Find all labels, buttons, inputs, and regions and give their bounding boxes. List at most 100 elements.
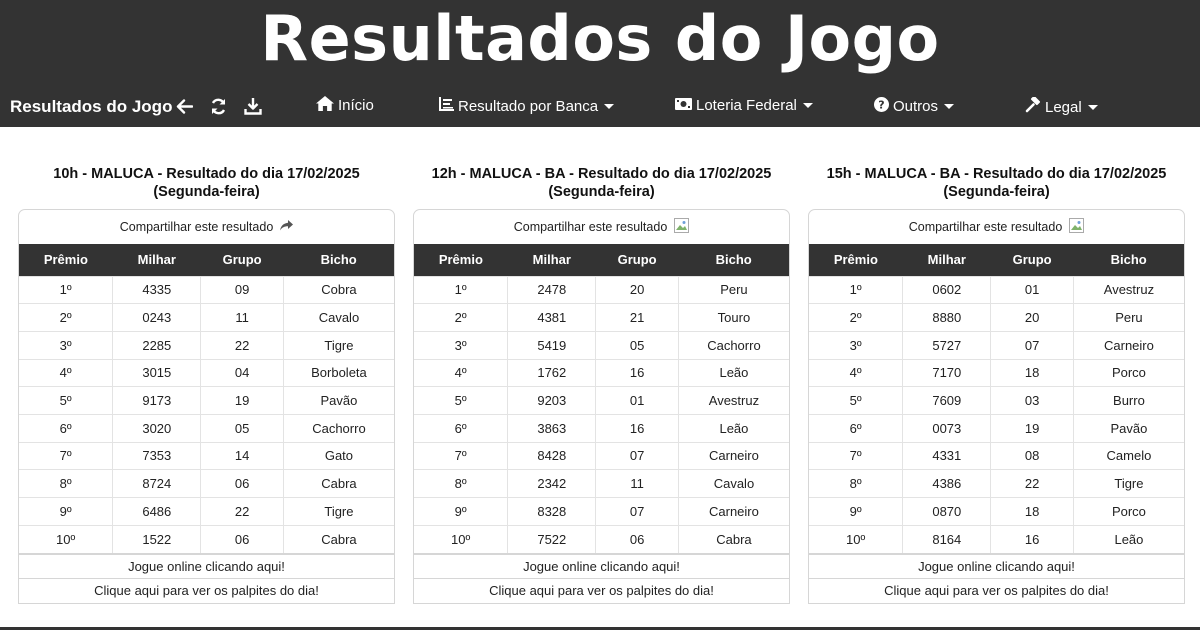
- card-title-line: 10h - MALUCA - Resultado do dia 17/02/20…: [53, 166, 360, 182]
- chevron-down-icon: [1087, 104, 1098, 110]
- share-result-button[interactable]: Compartilhar este resultado: [414, 210, 789, 244]
- cell-milhar: 9173: [112, 386, 201, 415]
- cell-milhar: 8880: [902, 303, 991, 332]
- cell-bicho: Carneiro: [677, 497, 789, 526]
- column-header-premio: Prêmio: [414, 244, 508, 276]
- cell-bicho: Leão: [677, 413, 789, 443]
- cell-milhar: 1522: [112, 524, 201, 553]
- column-header-premio: Prêmio: [809, 244, 903, 276]
- cell-bicho: Avestruz: [677, 386, 789, 415]
- cell-grupo: 06: [200, 524, 284, 553]
- play-online-link[interactable]: Jogue online clicando aqui!: [18, 553, 395, 579]
- cell-grupo: 06: [200, 469, 284, 498]
- play-online-link[interactable]: Jogue online clicando aqui!: [413, 553, 790, 579]
- cell-milhar: 4331: [902, 441, 991, 470]
- table-row: 5º 9203 01 Avestruz: [414, 386, 789, 415]
- cell-bicho: Gato: [282, 441, 394, 470]
- cell-premio: 5º: [19, 386, 113, 415]
- cell-milhar: 5419: [507, 330, 596, 360]
- gavel-icon: [1025, 95, 1041, 117]
- cell-premio: 8º: [414, 469, 508, 498]
- cell-bicho: Tigre: [282, 497, 394, 526]
- cell-grupo: 16: [990, 524, 1074, 553]
- daily-tips-link[interactable]: Clique aqui para ver os palpites do dia!: [18, 578, 395, 604]
- cell-bicho: Tigre: [282, 330, 394, 360]
- daily-tips-link[interactable]: Clique aqui para ver os palpites do dia!: [808, 578, 1185, 604]
- table-row: 9º 8328 07 Carneiro: [414, 497, 789, 526]
- card-title-line: 15h - MALUCA - BA - Resultado do dia 17/…: [826, 166, 1167, 182]
- cell-premio: 7º: [809, 441, 903, 470]
- daily-tips-link[interactable]: Clique aqui para ver os palpites do dia!: [413, 578, 790, 604]
- chevron-down-icon: [944, 104, 955, 109]
- cell-premio: 3º: [809, 330, 903, 360]
- cell-bicho: Cabra: [677, 524, 789, 553]
- play-online-link[interactable]: Jogue online clicando aqui!: [808, 553, 1185, 579]
- table-header-row: Prêmio Milhar Grupo Bicho: [809, 244, 1184, 276]
- cell-milhar: 8164: [902, 524, 991, 553]
- cell-milhar: 7522: [507, 524, 596, 553]
- card-title-weekday: (Segunda-feira): [943, 184, 1050, 200]
- cell-bicho: Touro: [677, 303, 789, 332]
- results-table: Prêmio Milhar Grupo Bicho 1º 4335 09 Cobra 2…: [19, 244, 394, 553]
- cell-milhar: 0870: [902, 497, 991, 526]
- cell-milhar: 8724: [112, 469, 201, 498]
- cell-bicho: Carneiro: [1072, 330, 1184, 360]
- cell-premio: 2º: [809, 303, 903, 332]
- cell-grupo: 01: [990, 275, 1074, 304]
- nav-outros[interactable]: ? Outros: [874, 97, 955, 116]
- home-icon: [316, 96, 334, 115]
- banner-title: Resultados do Jogo: [260, 2, 940, 75]
- cell-grupo: 05: [200, 413, 284, 443]
- cell-milhar: 2342: [507, 469, 596, 498]
- cell-bicho: Avestruz: [1072, 275, 1184, 304]
- nav-inicio[interactable]: Início: [316, 96, 374, 115]
- card-title-weekday: (Segunda-feira): [153, 184, 260, 200]
- cell-bicho: Pavão: [282, 386, 394, 415]
- nav-legal[interactable]: Legal: [1025, 95, 1098, 117]
- nav-loteria-federal[interactable]: Loteria Federal: [675, 97, 813, 114]
- refresh-icon[interactable]: [207, 94, 229, 118]
- nav-loteria-federal-label: Loteria Federal: [696, 97, 797, 114]
- table-row: 7º 7353 14 Gato: [19, 441, 394, 470]
- cell-milhar: 3863: [507, 413, 596, 443]
- cell-grupo: 20: [595, 275, 679, 304]
- table-row: 7º 4331 08 Camelo: [809, 441, 1184, 470]
- share-result-button[interactable]: Compartilhar este resultado: [19, 210, 394, 244]
- cell-grupo: 08: [990, 441, 1074, 470]
- cell-premio: 4º: [809, 358, 903, 387]
- cell-bicho: Peru: [677, 275, 789, 304]
- cell-bicho: Cabra: [282, 469, 394, 498]
- table-row: 9º 0870 18 Porco: [809, 497, 1184, 526]
- cell-grupo: 07: [595, 441, 679, 470]
- table-row: 4º 7170 18 Porco: [809, 358, 1184, 387]
- cell-premio: 10º: [414, 524, 508, 553]
- table-row: 2º 0243 11 Cavalo: [19, 303, 394, 332]
- cell-grupo: 11: [200, 303, 284, 332]
- table-row: 8º 8724 06 Cabra: [19, 469, 394, 498]
- cell-bicho: Porco: [1072, 358, 1184, 387]
- question-circle-icon: ?: [874, 97, 889, 116]
- cell-grupo: 18: [990, 358, 1074, 387]
- cell-premio: 10º: [809, 524, 903, 553]
- table-row: 5º 7609 03 Burro: [809, 386, 1184, 415]
- column-header-bicho: Bicho: [678, 244, 789, 276]
- table-header-row: Prêmio Milhar Grupo Bicho: [19, 244, 394, 276]
- back-arrow-icon[interactable]: [173, 94, 195, 118]
- cell-bicho: Tigre: [1072, 469, 1184, 498]
- table-row: 3º 5727 07 Carneiro: [809, 330, 1184, 360]
- share-arrow-icon: [280, 220, 294, 234]
- cell-bicho: Pavão: [1072, 413, 1184, 443]
- table-row: 1º 4335 09 Cobra: [19, 275, 394, 304]
- nav-resultado-por-banca[interactable]: Resultado por Banca: [439, 97, 615, 115]
- download-icon[interactable]: [242, 94, 264, 118]
- cell-bicho: Cachorro: [677, 330, 789, 360]
- share-result-button[interactable]: Compartilhar este resultado: [809, 210, 1184, 244]
- brand-link[interactable]: Resultados do Jogo: [10, 97, 172, 117]
- broken-image-icon: [674, 218, 690, 236]
- table-row: 3º 5419 05 Cachorro: [414, 330, 789, 360]
- cell-premio: 10º: [19, 524, 113, 553]
- chevron-down-icon: [604, 103, 615, 109]
- card-title-weekday: (Segunda-feira): [548, 184, 655, 200]
- cell-milhar: 2285: [112, 330, 201, 360]
- chevron-down-icon: [802, 103, 813, 108]
